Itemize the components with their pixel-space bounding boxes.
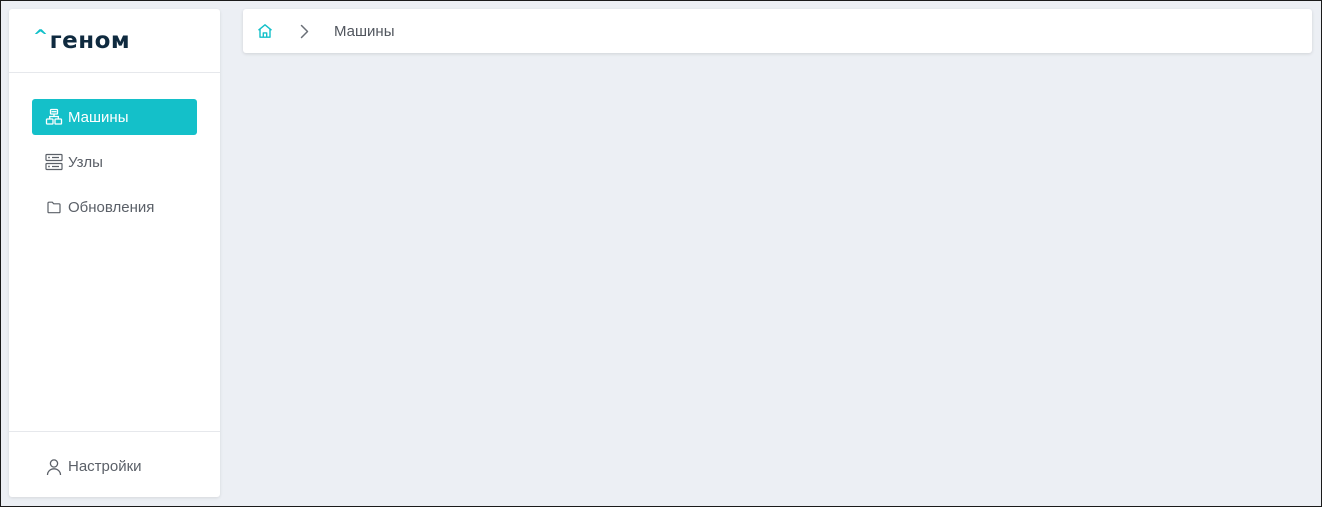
sidebar-item-nodes[interactable]: Узлы bbox=[32, 144, 197, 180]
machines-icon bbox=[44, 107, 64, 127]
logo-text: геном bbox=[49, 27, 131, 54]
sidebar-nav: Машины Узлы Обновления bbox=[9, 73, 220, 225]
server-icon bbox=[44, 152, 64, 172]
sidebar-bottom: Настройки bbox=[9, 431, 220, 497]
breadcrumb: Машины bbox=[243, 9, 1312, 53]
home-icon[interactable] bbox=[256, 22, 274, 40]
sidebar-item-machines[interactable]: Машины bbox=[32, 99, 197, 135]
sidebar-item-label: Настройки bbox=[68, 458, 142, 475]
sidebar-item-updates[interactable]: Обновления bbox=[32, 189, 197, 225]
sidebar-item-label: Обновления bbox=[68, 198, 155, 216]
sidebar-item-label: Машины bbox=[68, 108, 129, 126]
logo[interactable]: ^ геном bbox=[33, 25, 131, 54]
logo-caret: ^ bbox=[33, 25, 49, 47]
logo-area: ^ геном bbox=[9, 9, 220, 73]
chevron-right-icon bbox=[298, 23, 310, 39]
breadcrumb-current: Машины bbox=[334, 22, 395, 40]
user-icon bbox=[44, 457, 64, 477]
sidebar-item-settings[interactable]: Настройки bbox=[32, 449, 197, 485]
folder-icon bbox=[44, 197, 64, 217]
sidebar-item-label: Узлы bbox=[68, 153, 103, 171]
sidebar: ^ геном Машины Узлы Обновления Настройки bbox=[9, 9, 220, 497]
